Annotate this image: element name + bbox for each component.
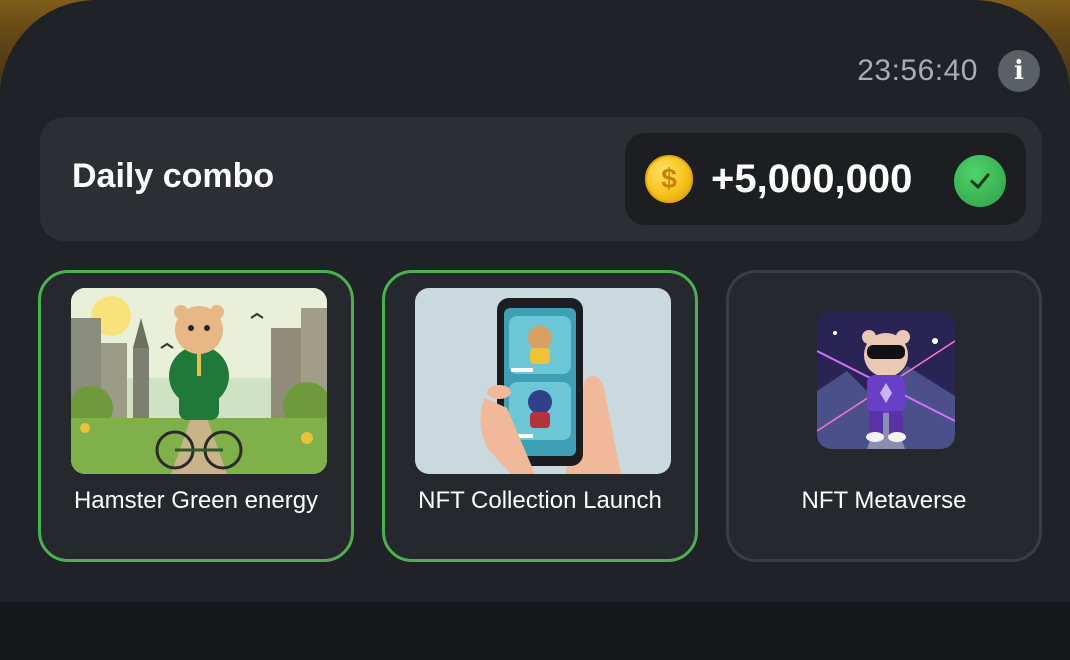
checkmark-icon	[954, 155, 1006, 207]
daily-combo-bar: Daily combo $ +5,000,000	[40, 117, 1042, 241]
info-icon[interactable]: i	[998, 50, 1040, 92]
reward-box: $ +5,000,000	[625, 133, 1026, 225]
hamster-riding-bicycle-image	[71, 288, 327, 474]
phone-nft-collection-image	[415, 288, 671, 474]
combo-card-nft-metaverse[interactable]: NFT Metaverse	[726, 270, 1042, 562]
countdown-timer: 23:56:40	[857, 54, 978, 87]
card-label: NFT Collection Launch	[418, 487, 662, 514]
card-label: NFT Metaverse	[801, 487, 967, 514]
combo-card-green-energy[interactable]: Hamster Green energy	[38, 270, 354, 562]
combo-card-nft-collection[interactable]: NFT Collection Launch	[382, 270, 698, 562]
reward-amount: +5,000,000	[711, 157, 913, 201]
hamster-metaverse-image	[817, 311, 955, 449]
combo-panel: 23:56:40 i Daily combo $ +5,000,000 Hams…	[0, 0, 1070, 602]
timer-row: 23:56:40 i	[857, 50, 1040, 92]
coin-icon: $	[645, 155, 693, 203]
daily-combo-title: Daily combo	[72, 157, 275, 195]
card-label: Hamster Green energy	[73, 487, 319, 514]
